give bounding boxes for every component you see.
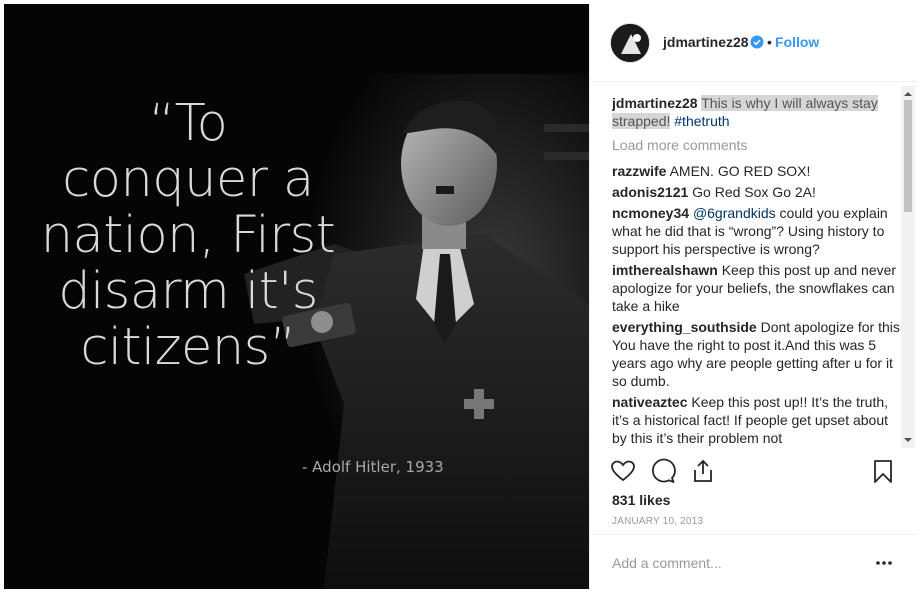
- caption-hashtag[interactable]: #thetruth: [674, 113, 729, 129]
- comment-icon[interactable]: [650, 458, 676, 484]
- comment-text: AMEN. GO RED SOX!: [669, 163, 811, 179]
- follow-button[interactable]: Follow: [775, 34, 819, 50]
- instagram-post-frame: “To conquer a nation, First disarm it's …: [0, 0, 920, 593]
- quote-line: nation, First: [40, 206, 336, 265]
- add-comment-input[interactable]: Add a comment...: [612, 555, 722, 571]
- comment-username[interactable]: imtherealshawn: [612, 262, 718, 278]
- comment-item: everything_southside Dont apologize for …: [612, 318, 900, 390]
- avatar[interactable]: [610, 23, 650, 63]
- scrollbar-thumb[interactable]: [904, 100, 912, 212]
- comments-list: jdmartinez28 This is why I will always s…: [612, 94, 900, 446]
- comment-username[interactable]: razzwife: [612, 163, 666, 179]
- bookmark-icon[interactable]: [870, 458, 896, 484]
- post-date: JANUARY 10, 2013: [612, 516, 704, 527]
- comment-item: imtherealshawn Keep this post up and nev…: [612, 261, 900, 315]
- share-icon[interactable]: [690, 458, 716, 484]
- likes-count[interactable]: 831 likes: [612, 492, 670, 508]
- comment-username[interactable]: everything_southside: [612, 319, 757, 335]
- verified-badge-icon: [750, 35, 764, 49]
- more-options-icon[interactable]: [874, 553, 894, 573]
- separator-dot: •: [767, 34, 772, 50]
- quote-text: “To conquer a nation, First disarm it's …: [18, 96, 358, 376]
- caption-username[interactable]: jdmartinez28: [612, 95, 698, 111]
- post-actions-bar: [590, 450, 917, 490]
- post-header: jdmartinez28 • Follow: [590, 4, 917, 82]
- comment-text: Go Red Sox Go 2A!: [692, 184, 816, 200]
- comment-item: razzwife AMEN. GO RED SOX!: [612, 162, 900, 180]
- add-comment-section: Add a comment...: [590, 534, 917, 589]
- heart-icon[interactable]: [610, 458, 636, 484]
- quote-line: “To: [148, 94, 228, 153]
- scroll-up-arrow-icon[interactable]: [901, 88, 915, 100]
- avatar-image: [611, 24, 649, 62]
- comment-username[interactable]: adonis2121: [612, 184, 688, 200]
- comment-username[interactable]: nativeaztec: [612, 394, 687, 410]
- comment-mention[interactable]: @6grandkids: [693, 205, 776, 221]
- quote-line: citizens”: [80, 318, 296, 377]
- quote-line: conquer a: [62, 150, 314, 209]
- caption: jdmartinez28 This is why I will always s…: [612, 94, 900, 130]
- comment-item: nativeaztec Keep this post up!! It’s the…: [612, 393, 900, 446]
- load-more-comments[interactable]: Load more comments: [612, 136, 900, 154]
- scroll-down-arrow-icon[interactable]: [901, 434, 915, 446]
- comment-item: adonis2121 Go Red Sox Go 2A!: [612, 183, 900, 201]
- comments-scrollbar[interactable]: [901, 86, 915, 448]
- header-username[interactable]: jdmartinez28: [663, 34, 749, 50]
- comment-item: ncmoney34 @6grandkids could you explain …: [612, 204, 900, 258]
- post-image: “To conquer a nation, First disarm it's …: [4, 4, 589, 589]
- comment-username[interactable]: ncmoney34: [612, 205, 689, 221]
- quote-attribution: - Adolf Hitler, 1933: [302, 458, 444, 476]
- quote-line: disarm it's: [58, 262, 318, 321]
- post-side-panel: jdmartinez28 • Follow jdmartinez28 This …: [589, 4, 917, 589]
